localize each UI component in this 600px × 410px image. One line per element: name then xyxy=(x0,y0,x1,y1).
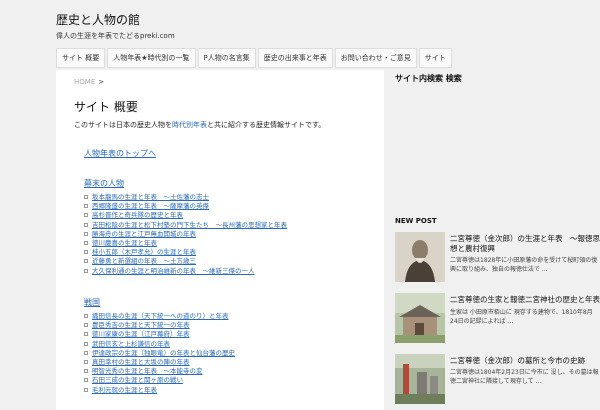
list-item-link[interactable]: 勝海舟の生涯と江戸無血開城の年表 xyxy=(92,230,196,238)
post-title[interactable]: 二宮尊徳（金次郎）の墓所と今市の史跡 xyxy=(450,356,600,366)
list-item-link[interactable]: 伊達政宗の生涯（独眼竜）の年表と仙台藩の歴史 xyxy=(92,349,235,357)
bullet-icon xyxy=(84,250,88,255)
breadcrumb-home-link[interactable]: HOME xyxy=(74,78,95,86)
list-item: 近藤勇と新選組の年表 ～土方歳三 xyxy=(84,257,287,266)
list-item: 大久保利通の生涯と明治維新の年表 ～維新三傑の一人 xyxy=(84,267,287,276)
bullet-icon xyxy=(84,268,88,273)
bullet-icon xyxy=(84,231,88,236)
intro-text-before: このサイトは日本の歴史人物を xyxy=(74,121,172,129)
intro-text: このサイトは日本の歴史人物を時代別年表と共に紹介する歴史情報サイトです。 xyxy=(74,120,325,130)
list-item: 明智光秀の生涯と年表 ～本能寺の変 xyxy=(84,367,235,376)
post-title[interactable]: 二宮尊徳の生家と報徳二宮神社の歴史と年表 xyxy=(450,295,600,305)
list-item: 高杉晋作と奇兵隊の歴史と年表 xyxy=(84,211,287,220)
nav-item-events[interactable]: 歴史の出来事と年表 xyxy=(257,48,333,68)
bullet-icon xyxy=(84,204,88,209)
section-link-sengoku[interactable]: 戦国 xyxy=(84,297,100,308)
breadcrumb-separator: > xyxy=(98,78,105,86)
list-item: 織田信長の生涯（天下統一への道のり）と年表 xyxy=(84,312,235,321)
post-excerpt: 二宮尊徳は1828年に小田原藩の命を受けて桜町領の復興に取り組み、独自の報徳仕法… xyxy=(450,257,598,273)
new-post-heading: NEW POST xyxy=(395,217,437,225)
list-item-link[interactable]: 近藤勇と新選組の年表 ～土方歳三 xyxy=(92,257,196,265)
bullet-icon xyxy=(84,222,88,227)
bullet-icon xyxy=(84,195,88,199)
list-item: 毛利元就の生涯と年表 xyxy=(84,386,235,395)
bullet-icon xyxy=(84,332,88,337)
list-item-link[interactable]: 毛利元就の生涯と年表 xyxy=(92,386,157,394)
list-item-link[interactable]: 真田幸村の生涯と大坂の陣の年表 xyxy=(92,358,190,366)
list-item-link[interactable]: 武田信玄と上杉謙信の年表 xyxy=(92,340,170,348)
nav-item-site[interactable]: サイト xyxy=(418,48,452,68)
sidebar-search-heading: サイト内検索 検索 xyxy=(395,74,462,83)
site-header: 歴史と人物の館 偉人の生涯を年表でたどるpreki.com xyxy=(0,0,600,46)
bullet-icon xyxy=(84,387,88,392)
list-sengoku: 織田信長の生涯（天下統一への道のり）と年表 豊臣秀吉の生涯と天下統一の年表 徳川… xyxy=(84,312,235,395)
intro-link[interactable]: 時代別年表 xyxy=(172,121,207,129)
post-excerpt: 生家は 小田原市栢山に 現存する建物で、1810年8月24日の記録によれば ..… xyxy=(450,309,593,325)
new-post-item[interactable]: 二宮尊徳の生家と報徳二宮神社の歴史と年表 生家は 小田原市栢山に 現存する建物で… xyxy=(395,293,600,345)
bullet-icon xyxy=(84,240,88,245)
list-item-link[interactable]: 高杉晋作と奇兵隊の歴史と年表 xyxy=(92,211,183,219)
list-item: 吉田松陰の生涯と松下村塾の門下生たち ～長州藩の思想家と年表 xyxy=(84,221,287,230)
nav-item-about[interactable]: サイト 概要 xyxy=(56,48,106,68)
section-link-bakumatsu[interactable]: 幕末の人物 xyxy=(84,178,124,189)
list-item-link[interactable]: 豊臣秀吉の生涯と天下統一の年表 xyxy=(92,321,190,329)
list-item-link[interactable]: 吉田松陰の生涯と松下村塾の門下生たち ～長州藩の思想家と年表 xyxy=(92,221,287,229)
list-item-link[interactable]: 西郷隆盛の生涯と年表 ～薩摩藩の英傑 xyxy=(92,202,209,210)
list-item-link[interactable]: 織田信長の生涯（天下統一への道のり）と年表 xyxy=(92,312,229,320)
new-post-item[interactable]: 二宮尊徳（金次郎）の生涯と年表 ～報徳思想と農村復興 二宮尊徳は1828年に小田… xyxy=(395,232,600,284)
post-title[interactable]: 二宮尊徳（金次郎）の生涯と年表 ～報徳思想と農村復興 xyxy=(450,234,600,254)
list-item-link[interactable]: 徳川家康の生涯（江戸幕府）年表 xyxy=(92,330,190,338)
post-thumbnail-portrait[interactable] xyxy=(395,232,445,282)
bullet-icon xyxy=(84,341,88,346)
list-item: 伊達政宗の生涯（独眼竜）の年表と仙台藩の歴史 xyxy=(84,349,235,358)
list-item: 徳川家康の生涯（江戸幕府）年表 xyxy=(84,330,235,339)
list-item: 桂小五郎（木戸孝允）の生涯と年表 xyxy=(84,248,287,257)
bullet-icon xyxy=(84,369,88,374)
list-item: 豊臣秀吉の生涯と天下統一の年表 xyxy=(84,321,235,330)
list-item-link[interactable]: 坂本龍馬の生涯と年表 ～土佐藩の志士 xyxy=(92,193,209,201)
page-title: サイト 概要 xyxy=(74,100,138,114)
list-item-link[interactable]: 徳川慶喜の生涯と年表 xyxy=(92,239,157,247)
intro-text-after: と共に紹介する歴史情報サイトです。 xyxy=(207,121,326,129)
bullet-icon xyxy=(84,378,88,383)
global-nav: サイト 概要 人物年表★時代別の一覧 P人物の名言集 歴史の出来事と年表 お問い… xyxy=(56,48,452,68)
list-item-link[interactable]: 石田三成の生涯と関ヶ原の戦い xyxy=(92,376,183,384)
post-thumbnail-grave[interactable] xyxy=(395,354,445,404)
site-tagline: 偉人の生涯を年表でたどるpreki.com xyxy=(56,32,175,40)
nav-item-quotes[interactable]: P人物の名言集 xyxy=(197,48,256,68)
bullet-icon xyxy=(84,213,88,218)
list-item: 徳川慶喜の生涯と年表 xyxy=(84,239,287,248)
nav-item-contact[interactable]: お問い合わせ・ご意見 xyxy=(334,48,417,68)
post-excerpt: 二宮尊徳は1804年2月23日に今市に 没し、その墓は報徳二宮神社に隣接して現存… xyxy=(450,369,599,385)
bullet-icon xyxy=(84,259,88,264)
list-bakumatsu: 坂本龍馬の生涯と年表 ～土佐藩の志士 西郷隆盛の生涯と年表 ～薩摩藩の英傑 高杉… xyxy=(84,193,287,276)
bullet-icon xyxy=(84,350,88,355)
list-item-link[interactable]: 大久保利通の生涯と明治維新の年表 ～維新三傑の一人 xyxy=(92,267,255,275)
breadcrumb: HOME > xyxy=(74,78,104,86)
bullet-icon xyxy=(84,359,88,364)
bullet-icon xyxy=(84,323,88,328)
list-item-link[interactable]: 桂小五郎（木戸孝允）の生涯と年表 xyxy=(92,248,196,256)
bullet-icon xyxy=(84,314,88,318)
list-item: 石田三成の生涯と関ヶ原の戦い xyxy=(84,376,235,385)
new-post-item[interactable]: 二宮尊徳（金次郎）の墓所と今市の史跡 二宮尊徳は1804年2月23日に今市に 没… xyxy=(395,354,600,406)
list-item: 真田幸村の生涯と大坂の陣の年表 xyxy=(84,358,235,367)
nav-item-timeline-list[interactable]: 人物年表★時代別の一覧 xyxy=(107,48,196,68)
list-item-link[interactable]: 明智光秀の生涯と年表 ～本能寺の変 xyxy=(92,367,203,375)
main-content: HOME > サイト 概要 このサイトは日本の歴史人物を時代別年表と共に紹介する歴… xyxy=(56,70,384,410)
list-item: 武田信玄と上杉謙信の年表 xyxy=(84,340,235,349)
post-thumbnail-house[interactable] xyxy=(395,293,445,343)
site-title[interactable]: 歴史と人物の館 xyxy=(56,11,140,28)
list-item: 勝海舟の生涯と江戸無血開城の年表 xyxy=(84,230,287,239)
list-item: 西郷隆盛の生涯と年表 ～薩摩藩の英傑 xyxy=(84,202,287,211)
section-link-top[interactable]: 人物年表のトップへ xyxy=(84,148,156,159)
list-item: 坂本龍馬の生涯と年表 ～土佐藩の志士 xyxy=(84,193,287,202)
